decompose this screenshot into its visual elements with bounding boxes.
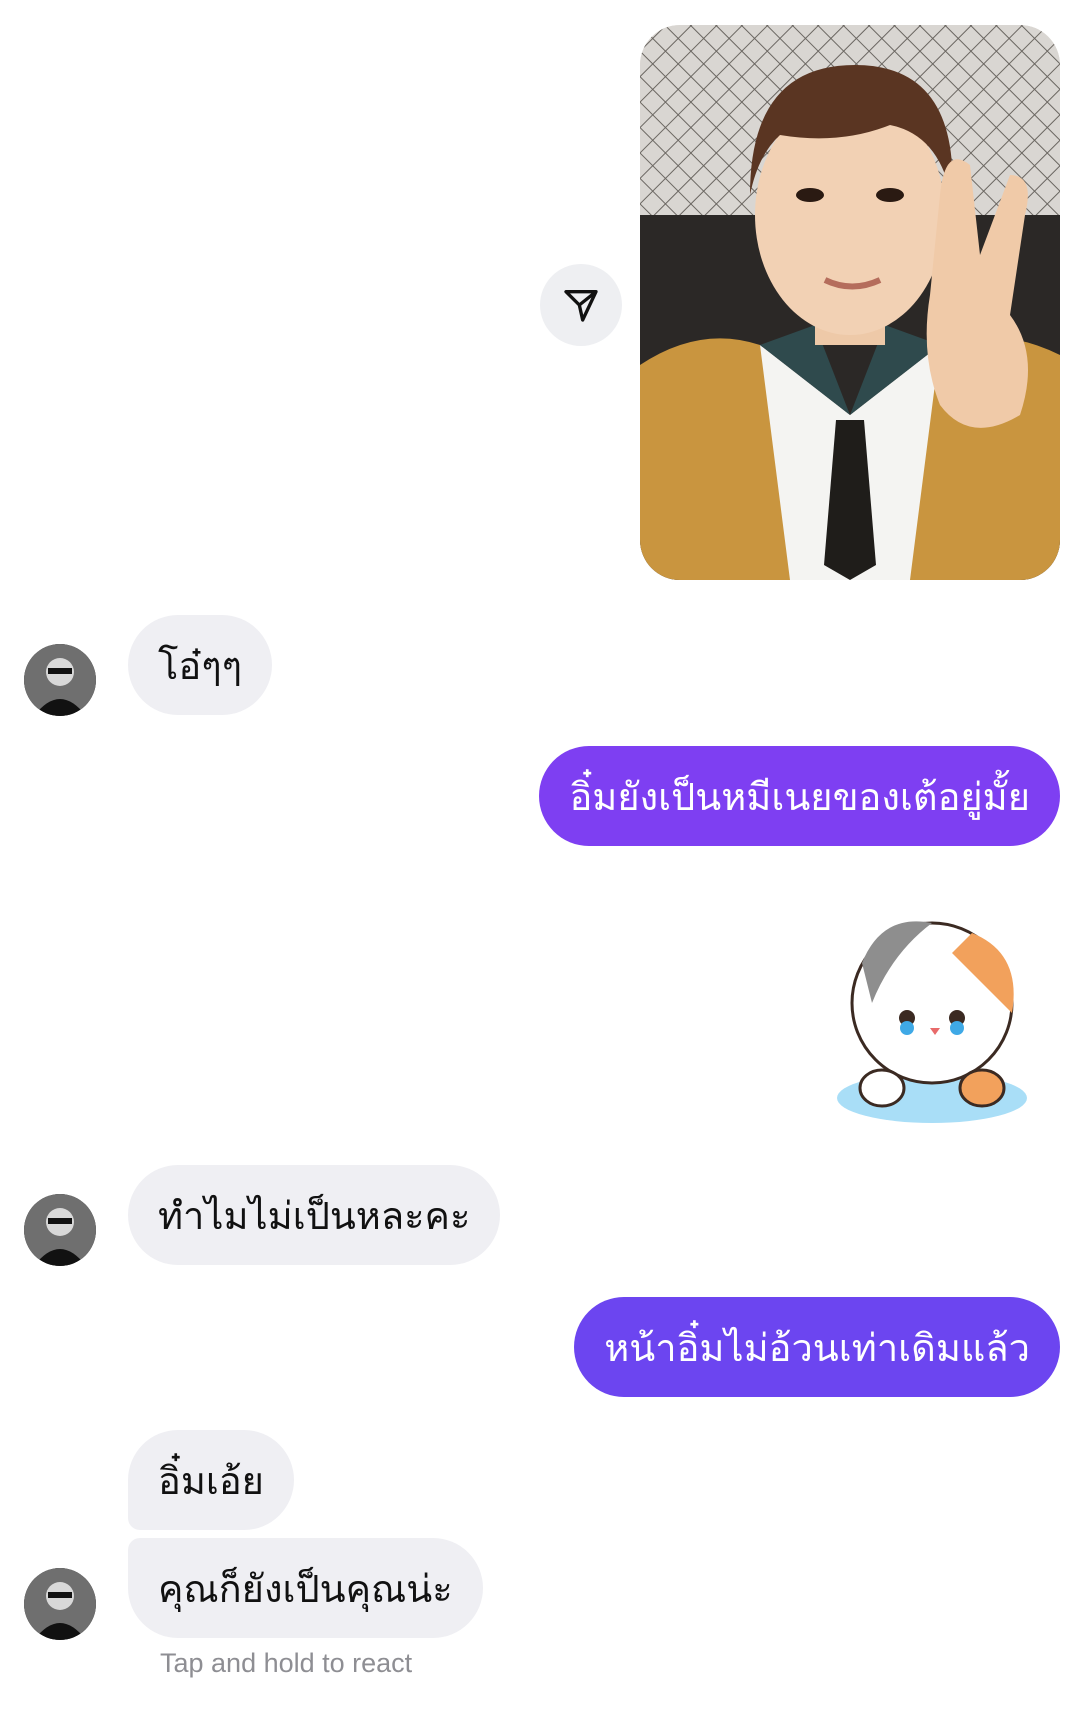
- message-text: โอ๋ๆๆ: [158, 643, 243, 688]
- shared-photo[interactable]: [640, 25, 1060, 580]
- message-bubble-outgoing[interactable]: อิ๋มยังเป็นหมีเนยของเต้อยู่มั้ย: [539, 746, 1060, 846]
- share-button[interactable]: [540, 264, 622, 346]
- avatar-image: [24, 644, 96, 716]
- photo-illustration: [640, 25, 1060, 580]
- paper-plane-icon: [564, 290, 598, 322]
- message-text: อิ๋มยังเป็นหมีเนยของเต้อยู่มั้ย: [569, 774, 1030, 819]
- cat-sticker[interactable]: [822, 893, 1040, 1133]
- message-bubble-incoming[interactable]: โอ๋ๆๆ: [128, 615, 273, 715]
- message-bubble-incoming[interactable]: ทำไมไม่เป็นหละคะ: [128, 1165, 501, 1265]
- tap-and-hold-hint: Tap and hold to react: [160, 1648, 413, 1678]
- crying-cat-sticker-image: [837, 921, 1027, 1123]
- avatar-image: [24, 1568, 96, 1640]
- avatar[interactable]: [24, 1194, 96, 1266]
- avatar[interactable]: [24, 1568, 96, 1640]
- message-text: หน้าอิ๋มไม่อ้วนเท่าเดิมแล้ว: [604, 1325, 1030, 1370]
- message-bubble-outgoing[interactable]: หน้าอิ๋มไม่อ้วนเท่าเดิมแล้ว: [574, 1297, 1060, 1397]
- avatar-image: [24, 1194, 96, 1266]
- message-text: อิ๋มเอ้ย: [158, 1458, 264, 1503]
- message-bubble-incoming[interactable]: อิ๋มเอ้ย: [128, 1430, 294, 1530]
- avatar[interactable]: [24, 644, 96, 716]
- message-text: ทำไมไม่เป็นหละคะ: [158, 1193, 471, 1238]
- chat-thread: โอ๋ๆๆ อิ๋มยังเป็นหมีเนยของเต้อยู่มั้ย ทำ…: [0, 0, 1080, 1716]
- message-bubble-incoming[interactable]: คุณก็ยังเป็นคุณน่ะ: [128, 1538, 483, 1638]
- message-text: คุณก็ยังเป็นคุณน่ะ: [158, 1566, 453, 1611]
